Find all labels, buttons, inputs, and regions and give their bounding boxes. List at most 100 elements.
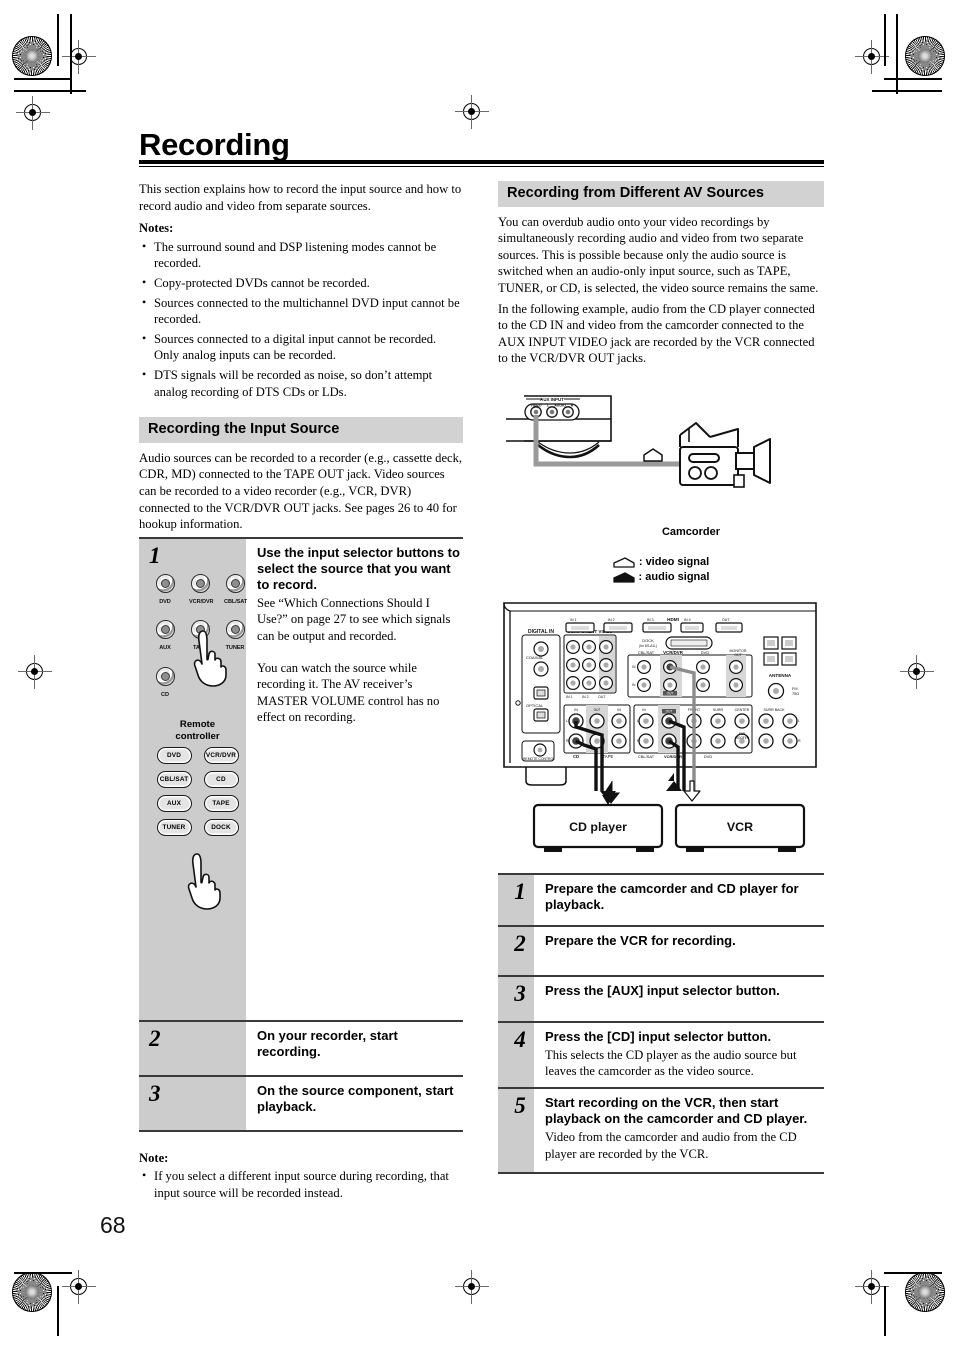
step-body-1: See “Which Connections Should I Use?” on… — [257, 595, 451, 643]
remote-button-dvd: DVD — [156, 747, 192, 765]
svg-text:CD: CD — [573, 754, 579, 759]
note-label: Note: — [139, 1150, 169, 1165]
remote-button-cblsat: CBL/SAT — [156, 771, 192, 789]
step-text-cell: Prepare the VCR for recording. — [534, 924, 824, 976]
table-row: 1 Prepare the camcorder and CD player fo… — [498, 872, 824, 926]
knob-icon — [155, 666, 175, 686]
step-number: 1 — [149, 542, 161, 568]
step-number: 2 — [514, 930, 526, 956]
svg-text:WOOFER: WOOFER — [735, 736, 750, 740]
svg-text:R: R — [637, 739, 640, 743]
svg-text:OUT: OUT — [666, 709, 673, 713]
svg-text:IN 4: IN 4 — [684, 618, 691, 622]
knob-icon — [155, 620, 175, 640]
svg-text:OPTICAL: OPTICAL — [526, 703, 544, 708]
svg-text:SURR BACK: SURR BACK — [764, 708, 786, 712]
av-sources-steps-table: 1 Prepare the camcorder and CD player fo… — [498, 872, 824, 1175]
step-number-cell: 5 — [498, 1087, 534, 1175]
svg-text:IN: IN — [617, 708, 621, 712]
table-row: 4 Press the [CD] input selector button. … — [498, 1020, 824, 1089]
list-item: DTS signals will be recorded as noise, s… — [139, 366, 463, 400]
svg-text:IN: IN — [574, 708, 578, 712]
svg-text:VCR: VCR — [727, 820, 753, 834]
table-row: 3 Press the [AUX] input selector button. — [498, 974, 824, 1022]
svg-text:R: R — [798, 739, 801, 743]
step-text-cell: Press the [CD] input selector button. Th… — [534, 1020, 824, 1089]
svg-text:(for DS-A1L): (for DS-A1L) — [639, 644, 657, 648]
legend-audio-label: : audio signal — [638, 570, 710, 583]
svg-text:REMOTE CONTROL: REMOTE CONTROL — [523, 757, 555, 761]
svg-text:TAPE: TAPE — [603, 754, 614, 759]
remote-button-tuner: TUNER — [156, 819, 192, 837]
video-signal-arrow-icon — [613, 556, 635, 568]
svg-text:AUDIO: AUDIO — [554, 403, 566, 407]
svg-text:SURR: SURR — [713, 708, 724, 712]
step-body: This selects the CD player as the audio … — [545, 1047, 797, 1078]
svg-text:HDMI: HDMI — [667, 617, 679, 622]
svg-text:IN 1: IN 1 — [566, 695, 573, 699]
step-body: Video from the camcorder and audio from … — [545, 1130, 797, 1161]
table-row: 2 On your recorder, start recording. — [139, 1019, 463, 1076]
step-title: Press the [AUX] input selector button. — [545, 982, 780, 998]
svg-text:CBL/SAT: CBL/SAT — [638, 650, 655, 655]
svg-text:DVD: DVD — [704, 754, 713, 759]
legend-video-label: : video signal — [638, 555, 710, 568]
remote-label-line2: controller — [175, 730, 220, 742]
list-item: Sources connected to a digital input can… — [139, 330, 463, 364]
selector-label: CD — [161, 691, 169, 698]
front-panel-illustration: DVD VCR/DVR CBL/SAT AUX TUNER CD Remote … — [149, 573, 247, 1014]
step-number-cell: 3 — [139, 1074, 246, 1132]
av-sources-paragraph-1: You can overdub audio onto your video re… — [498, 214, 819, 295]
list-item: The surround sound and DSP listening mod… — [139, 238, 463, 272]
knob-icon — [225, 573, 245, 593]
svg-text:CENTER: CENTER — [735, 708, 750, 712]
page-title: Recording — [139, 127, 290, 162]
section-heading-input-source: Recording the Input Source — [139, 417, 463, 443]
step-number-cell: 2 — [498, 924, 534, 976]
svg-text:L: L — [637, 719, 639, 723]
svg-text:DOCK: DOCK — [642, 638, 654, 643]
selector-row-1: DVD VCR/DVR CBL/SAT — [154, 573, 247, 611]
knob-icon — [190, 573, 210, 593]
table-row: 5 Start recording on the VCR, then start… — [498, 1087, 824, 1175]
remote-row-4: TUNER DOCK — [149, 819, 246, 837]
remote-controller-label: Remote controller — [149, 719, 246, 742]
list-item: If you select a different input source d… — [139, 1167, 463, 1201]
step-number: 3 — [149, 1080, 161, 1106]
selector-button-vcrdvr: VCR/DVR — [189, 573, 214, 611]
remote-label-line1: Remote — [179, 719, 216, 731]
camcorder-diagram-svg: AUX INPUT VIDEO L AUDIO R — [506, 395, 771, 488]
step-text-cell: On the source component, start playback. — [246, 1074, 463, 1132]
section-input-source-paragraph: Audio sources can be recorded to a recor… — [139, 450, 463, 532]
selector-button-aux: AUX — [154, 620, 176, 657]
svg-text:OUT: OUT — [594, 708, 601, 712]
selector-button-cd: CD — [154, 666, 176, 704]
legend-audio-row: : audio signal — [498, 570, 824, 585]
svg-text:OUT: OUT — [734, 653, 742, 657]
svg-text:CD player: CD player — [569, 820, 627, 834]
step-title: Prepare the VCR for recording. — [545, 932, 736, 948]
svg-text:FM: FM — [792, 687, 797, 691]
knob-icon — [155, 573, 175, 593]
list-item: Copy-protected DVDs cannot be recorded. — [139, 274, 463, 292]
step-text-cell: Press the [AUX] input selector button. — [534, 974, 824, 1022]
remote-row-3: AUX TAPE — [149, 795, 246, 813]
svg-text:DVD: DVD — [701, 650, 710, 655]
svg-text:AUX INPUT: AUX INPUT — [540, 397, 564, 402]
svg-text:L: L — [566, 719, 568, 723]
remote-button-vcrdvr: VCR/DVR — [203, 747, 239, 765]
selector-button-cblsat: CBL/SAT — [224, 573, 247, 611]
svg-text:R: R — [566, 739, 569, 743]
intro-notes-list: The surround sound and DSP listening mod… — [139, 238, 463, 400]
remote-button-tape: TAPE — [203, 795, 239, 813]
page-number: 68 — [100, 1212, 126, 1238]
step-title: On your recorder, start recording. — [257, 1027, 398, 1059]
step-title: Press the [CD] input selector button. — [545, 1028, 772, 1044]
av-sources-paragraph-2: In the following example, audio from the… — [498, 301, 815, 366]
pointing-hand-icon-remote — [179, 852, 225, 910]
title-rule-thin — [139, 166, 824, 167]
page-content: Recording This section explains how to r… — [0, 0, 954, 1351]
selector-label: DVD — [159, 598, 171, 605]
remote-button-dock: DOCK — [203, 819, 239, 837]
audio-signal-arrow-icon — [612, 571, 635, 583]
